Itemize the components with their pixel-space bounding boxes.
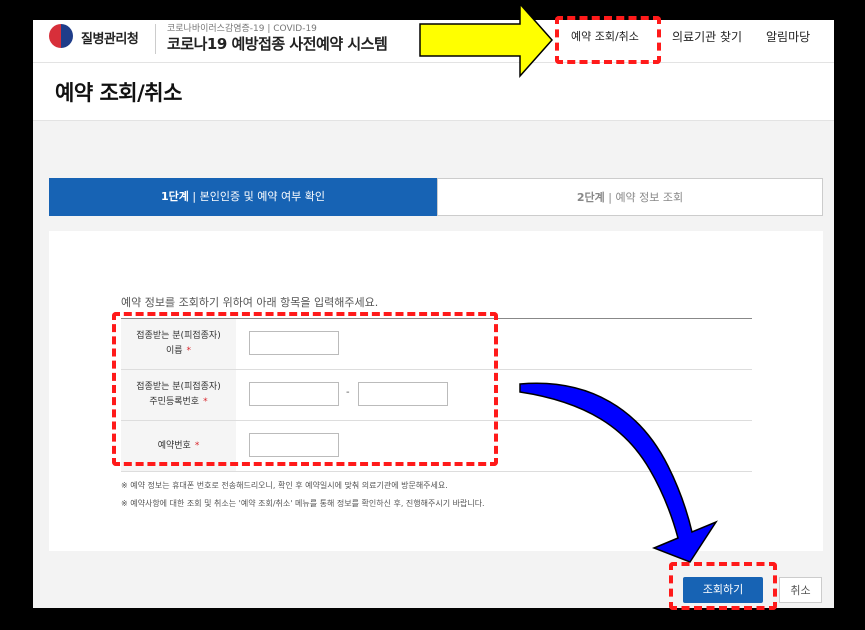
yellow-arrow-icon <box>419 2 554 78</box>
blue-arrow-icon <box>519 382 718 563</box>
annotation-arrows <box>419 2 718 563</box>
